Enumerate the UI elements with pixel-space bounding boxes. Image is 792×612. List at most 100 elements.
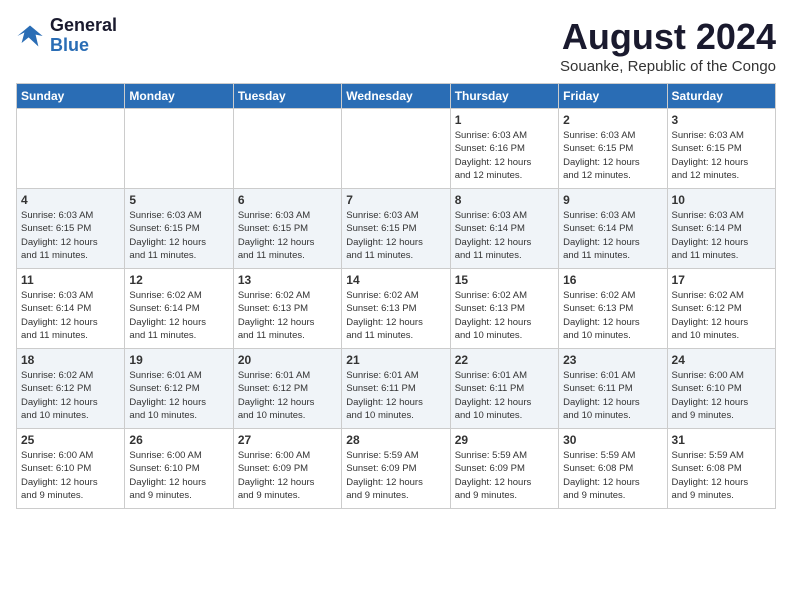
table-cell: 31 Sunrise: 5:59 AM Sunset: 6:08 PM Dayli…: [667, 429, 775, 509]
day-info: Sunrise: 6:02 AM Sunset: 6:14 PM Dayligh…: [129, 289, 228, 342]
table-cell: 21 Sunrise: 6:01 AM Sunset: 6:11 PM Dayli…: [342, 349, 450, 429]
table-cell: 16 Sunrise: 6:02 AM Sunset: 6:13 PM Dayli…: [559, 269, 667, 349]
day-number: 8: [455, 193, 554, 207]
header-sunday: Sunday: [17, 84, 125, 109]
day-info: Sunrise: 6:02 AM Sunset: 6:13 PM Dayligh…: [238, 289, 337, 342]
week-row-1: 1 Sunrise: 6:03 AM Sunset: 6:16 PM Daylig…: [17, 109, 776, 189]
table-cell: 25 Sunrise: 6:00 AM Sunset: 6:10 PM Dayli…: [17, 429, 125, 509]
header-thursday: Thursday: [450, 84, 558, 109]
day-number: 23: [563, 353, 662, 367]
day-number: 25: [21, 433, 120, 447]
table-cell: 6 Sunrise: 6:03 AM Sunset: 6:15 PM Daylig…: [233, 189, 341, 269]
table-cell: [233, 109, 341, 189]
day-info: Sunrise: 5:59 AM Sunset: 6:08 PM Dayligh…: [672, 449, 771, 502]
week-row-4: 18 Sunrise: 6:02 AM Sunset: 6:12 PM Dayli…: [17, 349, 776, 429]
day-number: 1: [455, 113, 554, 127]
logo-blue: Blue: [50, 36, 117, 56]
table-cell: 15 Sunrise: 6:02 AM Sunset: 6:13 PM Dayli…: [450, 269, 558, 349]
table-cell: 29Sunrise: 5:59 AM Sunset: 6:09 PM Dayli…: [450, 429, 558, 509]
day-number: 9: [563, 193, 662, 207]
header-tuesday: Tuesday: [233, 84, 341, 109]
week-row-3: 11 Sunrise: 6:03 AM Sunset: 6:14 PM Dayli…: [17, 269, 776, 349]
table-cell: 14 Sunrise: 6:02 AM Sunset: 6:13 PM Dayli…: [342, 269, 450, 349]
day-number: 11: [21, 273, 120, 287]
day-number: 18: [21, 353, 120, 367]
table-cell: 12 Sunrise: 6:02 AM Sunset: 6:14 PM Dayli…: [125, 269, 233, 349]
subtitle: Souanke, Republic of the Congo: [560, 58, 776, 75]
table-cell: 13 Sunrise: 6:02 AM Sunset: 6:13 PM Dayli…: [233, 269, 341, 349]
day-number: 12: [129, 273, 228, 287]
day-info: Sunrise: 6:03 AM Sunset: 6:15 PM Dayligh…: [21, 209, 120, 262]
day-number: 5: [129, 193, 228, 207]
day-number: 19: [129, 353, 228, 367]
day-info: Sunrise: 5:59 AM Sunset: 6:09 PM Dayligh…: [455, 449, 554, 502]
day-number: 6: [238, 193, 337, 207]
table-cell: 9 Sunrise: 6:03 AM Sunset: 6:14 PM Daylig…: [559, 189, 667, 269]
header-monday: Monday: [125, 84, 233, 109]
day-info: Sunrise: 6:03 AM Sunset: 6:14 PM Dayligh…: [21, 289, 120, 342]
day-number: 2: [563, 113, 662, 127]
day-info: Sunrise: 6:03 AM Sunset: 6:15 PM Dayligh…: [672, 129, 771, 182]
day-info: Sunrise: 6:01 AM Sunset: 6:11 PM Dayligh…: [346, 369, 445, 422]
day-number: 20: [238, 353, 337, 367]
day-info: Sunrise: 6:03 AM Sunset: 6:14 PM Dayligh…: [455, 209, 554, 262]
day-number: 27: [238, 433, 337, 447]
table-cell: 19 Sunrise: 6:01 AM Sunset: 6:12 PM Dayli…: [125, 349, 233, 429]
day-info: Sunrise: 6:01 AM Sunset: 6:11 PM Dayligh…: [563, 369, 662, 422]
table-cell: [125, 109, 233, 189]
table-cell: 3Sunrise: 6:03 AM Sunset: 6:15 PM Daylig…: [667, 109, 775, 189]
table-cell: 2 Sunrise: 6:03 AM Sunset: 6:15 PM Daylig…: [559, 109, 667, 189]
day-info: Sunrise: 6:03 AM Sunset: 6:15 PM Dayligh…: [129, 209, 228, 262]
day-info: Sunrise: 6:03 AM Sunset: 6:15 PM Dayligh…: [563, 129, 662, 182]
table-cell: 30Sunrise: 5:59 AM Sunset: 6:08 PM Dayli…: [559, 429, 667, 509]
table-cell: 18 Sunrise: 6:02 AM Sunset: 6:12 PM Dayli…: [17, 349, 125, 429]
day-info: Sunrise: 6:03 AM Sunset: 6:16 PM Dayligh…: [455, 129, 554, 182]
day-number: 15: [455, 273, 554, 287]
table-cell: 8 Sunrise: 6:03 AM Sunset: 6:14 PM Daylig…: [450, 189, 558, 269]
day-info: Sunrise: 6:03 AM Sunset: 6:15 PM Dayligh…: [346, 209, 445, 262]
title-block: August 2024 Souanke, Republic of the Con…: [560, 16, 776, 75]
table-cell: 24 Sunrise: 6:00 AM Sunset: 6:10 PM Dayli…: [667, 349, 775, 429]
day-number: 10: [672, 193, 771, 207]
day-info: Sunrise: 6:02 AM Sunset: 6:13 PM Dayligh…: [346, 289, 445, 342]
table-cell: 22Sunrise: 6:01 AM Sunset: 6:11 PM Dayli…: [450, 349, 558, 429]
logo-text: General Blue: [50, 16, 117, 56]
day-info: Sunrise: 6:03 AM Sunset: 6:14 PM Dayligh…: [563, 209, 662, 262]
header-saturday: Saturday: [667, 84, 775, 109]
week-row-2: 4 Sunrise: 6:03 AM Sunset: 6:15 PM Daylig…: [17, 189, 776, 269]
logo-bird-icon: [16, 22, 44, 50]
day-info: Sunrise: 6:00 AM Sunset: 6:09 PM Dayligh…: [238, 449, 337, 502]
table-cell: 7 Sunrise: 6:03 AM Sunset: 6:15 PM Daylig…: [342, 189, 450, 269]
day-info: Sunrise: 6:01 AM Sunset: 6:12 PM Dayligh…: [129, 369, 228, 422]
table-cell: 28Sunrise: 5:59 AM Sunset: 6:09 PM Dayli…: [342, 429, 450, 509]
day-info: Sunrise: 6:02 AM Sunset: 6:13 PM Dayligh…: [455, 289, 554, 342]
day-number: 7: [346, 193, 445, 207]
day-number: 24: [672, 353, 771, 367]
day-number: 16: [563, 273, 662, 287]
header-wednesday: Wednesday: [342, 84, 450, 109]
week-row-5: 25 Sunrise: 6:00 AM Sunset: 6:10 PM Dayli…: [17, 429, 776, 509]
day-info: Sunrise: 6:03 AM Sunset: 6:15 PM Dayligh…: [238, 209, 337, 262]
day-info: Sunrise: 6:02 AM Sunset: 6:13 PM Dayligh…: [563, 289, 662, 342]
day-info: Sunrise: 6:03 AM Sunset: 6:14 PM Dayligh…: [672, 209, 771, 262]
day-info: Sunrise: 6:01 AM Sunset: 6:12 PM Dayligh…: [238, 369, 337, 422]
day-number: 14: [346, 273, 445, 287]
table-cell: 1 Sunrise: 6:03 AM Sunset: 6:16 PM Daylig…: [450, 109, 558, 189]
calendar-table: SundayMondayTuesdayWednesdayThursdayFrid…: [16, 83, 776, 509]
day-number: 13: [238, 273, 337, 287]
day-info: Sunrise: 5:59 AM Sunset: 6:09 PM Dayligh…: [346, 449, 445, 502]
calendar-header-row: SundayMondayTuesdayWednesdayThursdayFrid…: [17, 84, 776, 109]
logo-general: General: [50, 16, 117, 36]
day-number: 21: [346, 353, 445, 367]
table-cell: 5 Sunrise: 6:03 AM Sunset: 6:15 PM Daylig…: [125, 189, 233, 269]
table-cell: 17Sunrise: 6:02 AM Sunset: 6:12 PM Dayli…: [667, 269, 775, 349]
table-cell: 23 Sunrise: 6:01 AM Sunset: 6:11 PM Dayli…: [559, 349, 667, 429]
table-cell: [17, 109, 125, 189]
day-number: 4: [21, 193, 120, 207]
day-number: 31: [672, 433, 771, 447]
table-cell: 10 Sunrise: 6:03 AM Sunset: 6:14 PM Dayli…: [667, 189, 775, 269]
day-info: Sunrise: 6:00 AM Sunset: 6:10 PM Dayligh…: [672, 369, 771, 422]
table-cell: 26Sunrise: 6:00 AM Sunset: 6:10 PM Dayli…: [125, 429, 233, 509]
day-info: Sunrise: 6:00 AM Sunset: 6:10 PM Dayligh…: [21, 449, 120, 502]
day-info: Sunrise: 6:02 AM Sunset: 6:12 PM Dayligh…: [21, 369, 120, 422]
